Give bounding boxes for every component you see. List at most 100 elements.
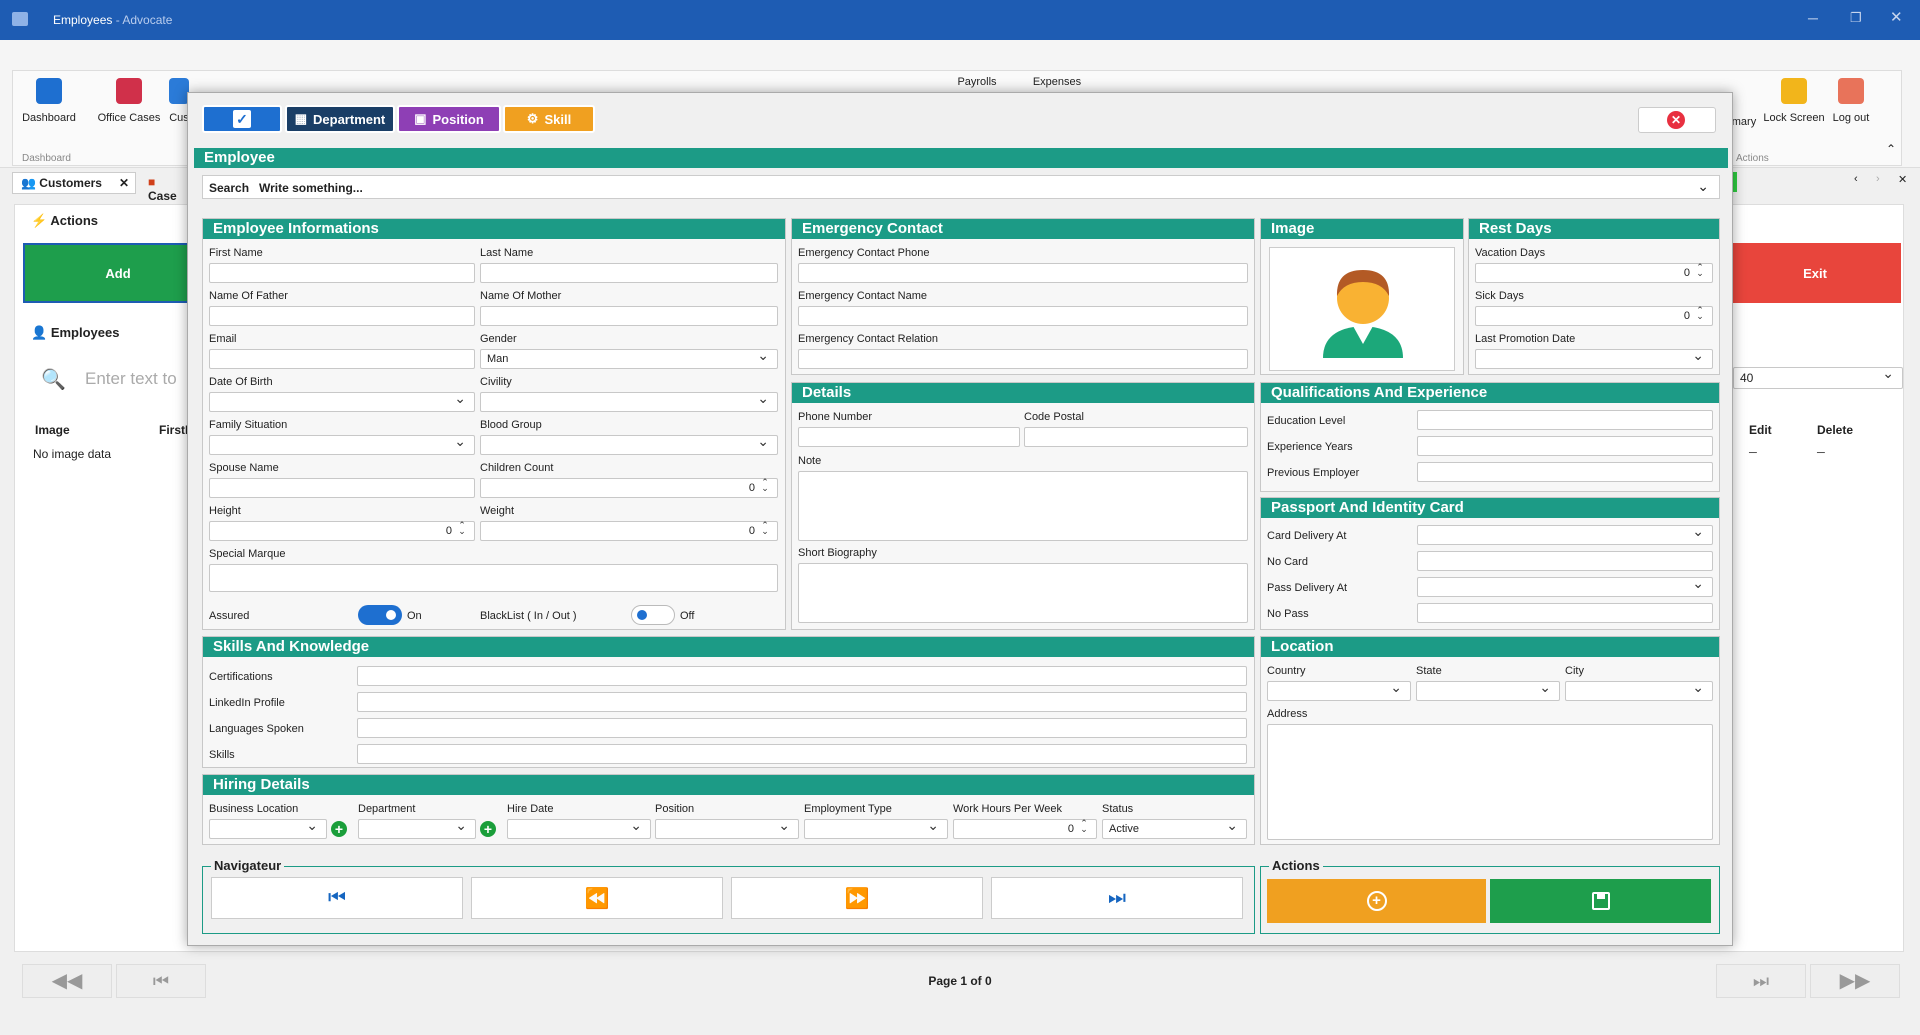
status-select[interactable]: Active <box>1102 817 1247 839</box>
restore-icon[interactable]: ❐ <box>1850 10 1862 26</box>
row-edit[interactable]: ─ <box>1749 447 1757 459</box>
civility-select[interactable] <box>480 390 778 412</box>
phone-input[interactable] <box>798 427 1020 447</box>
image-header: Image <box>1261 219 1463 239</box>
previous-input[interactable] <box>1417 462 1713 482</box>
mother-input[interactable] <box>480 306 778 326</box>
close-tab-icon[interactable]: ✕ <box>119 176 129 190</box>
hire-date-select[interactable] <box>507 817 651 839</box>
certs-input[interactable] <box>357 666 1247 686</box>
email-input[interactable] <box>209 349 475 369</box>
row-delete[interactable]: ─ <box>1817 447 1825 459</box>
lock-screen-button[interactable]: Lock Screen <box>1762 78 1826 124</box>
close-all-tabs-icon[interactable]: ✕ <box>1898 173 1907 186</box>
pager-last-button[interactable]: ▶▶ <box>1810 964 1900 998</box>
state-select[interactable] <box>1416 679 1560 701</box>
weight-stepper[interactable]: 0 <box>480 521 778 541</box>
tab-scroll-left-icon[interactable]: ‹ <box>1854 173 1858 185</box>
first-name-input[interactable] <box>209 263 475 283</box>
postal-input[interactable] <box>1024 427 1248 447</box>
pager-prev-button[interactable]: ⏮ <box>116 964 206 998</box>
city-select[interactable] <box>1565 679 1713 701</box>
type-select[interactable] <box>804 817 948 839</box>
gender-select[interactable]: Man <box>480 347 778 369</box>
nav-next-button[interactable]: ⏩ <box>731 877 983 919</box>
special-input[interactable] <box>209 564 778 592</box>
height-stepper[interactable]: 0 <box>209 521 475 541</box>
pass-delivery-select[interactable] <box>1417 575 1713 597</box>
tab-scroll-right-icon[interactable]: › <box>1876 173 1880 185</box>
dob-select[interactable] <box>209 390 475 412</box>
country-select[interactable] <box>1267 679 1411 701</box>
family-select[interactable] <box>209 433 475 455</box>
emergency-phone-input[interactable] <box>798 263 1248 283</box>
new-button[interactable]: + <box>1267 879 1486 923</box>
close-window-icon[interactable]: ✕ <box>1890 8 1903 26</box>
father-input[interactable] <box>209 306 475 326</box>
pager-next-button[interactable]: ⏭ <box>1716 964 1806 998</box>
page-size-select[interactable]: 40 <box>1733 365 1903 389</box>
blacklist-toggle[interactable] <box>631 605 675 625</box>
office-cases-button[interactable]: Office Cases <box>96 78 162 124</box>
payrolls-button[interactable]: Payrolls <box>942 76 1012 88</box>
search-input[interactable]: Write something... <box>259 181 363 195</box>
years-input[interactable] <box>1417 436 1713 456</box>
collapse-ribbon-icon[interactable]: ⌃ <box>1886 142 1896 156</box>
hours-stepper[interactable]: 0 <box>953 819 1097 839</box>
address-label: Address <box>1267 708 1308 720</box>
card-delivery-select[interactable] <box>1417 523 1713 545</box>
tab-customers[interactable]: 👥 Customers ✕ <box>12 172 136 194</box>
sick-stepper[interactable]: 0 <box>1475 306 1713 326</box>
grid-search-input[interactable]: Enter text to <box>85 369 177 389</box>
last-name-input[interactable] <box>480 263 778 283</box>
avatar[interactable] <box>1269 247 1455 371</box>
add-business-icon[interactable]: + <box>331 821 347 837</box>
col-delete[interactable]: Delete <box>1817 423 1853 437</box>
add-button[interactable]: Add <box>23 243 213 303</box>
linkedin-input[interactable] <box>357 692 1247 712</box>
no-card-input[interactable] <box>1417 551 1713 571</box>
expenses-button[interactable]: Expenses <box>1022 76 1092 88</box>
logout-button[interactable]: Log out <box>1828 78 1874 124</box>
save-button[interactable] <box>1490 879 1711 923</box>
department-button[interactable]: ▦ Department <box>285 105 395 133</box>
nav-prev-button[interactable]: ⏪ <box>471 877 723 919</box>
business-select[interactable] <box>209 817 327 839</box>
department-select[interactable] <box>358 817 476 839</box>
vacation-label: Vacation Days <box>1475 247 1546 259</box>
emergency-name-input[interactable] <box>798 306 1248 326</box>
col-edit[interactable]: Edit <box>1749 423 1772 437</box>
assured-toggle[interactable] <box>358 605 402 625</box>
emergency-phone-label: Emergency Contact Phone <box>798 247 930 259</box>
nav-first-button[interactable]: ⏮ <box>211 877 463 919</box>
address-textarea[interactable] <box>1267 724 1713 840</box>
vacation-stepper[interactable]: 0 <box>1475 263 1713 283</box>
add-department-icon[interactable]: + <box>480 821 496 837</box>
pager-first-button[interactable]: ◀◀ <box>22 964 112 998</box>
minimize-icon[interactable]: ─ <box>1808 10 1818 26</box>
bio-textarea[interactable] <box>798 563 1248 623</box>
nav-last-button[interactable]: ⏭ <box>991 877 1243 919</box>
dashboard-button[interactable]: Dashboard <box>18 78 80 124</box>
card-delivery-label: Card Delivery At <box>1267 530 1347 542</box>
chevron-down-icon[interactable]: ⌄ <box>1697 178 1709 195</box>
note-textarea[interactable] <box>798 471 1248 541</box>
skills-input[interactable] <box>357 744 1247 764</box>
close-dialog-button[interactable]: ✕ <box>1638 107 1716 133</box>
skill-button[interactable]: ⚙ Skill <box>503 105 595 133</box>
promotion-select[interactable] <box>1475 347 1713 369</box>
exit-button[interactable]: Exit <box>1729 243 1901 303</box>
col-image[interactable]: Image <box>35 423 70 437</box>
confirm-button[interactable]: ✓ <box>202 105 282 133</box>
no-pass-input[interactable] <box>1417 603 1713 623</box>
children-stepper[interactable]: 0 <box>480 478 778 498</box>
education-input[interactable] <box>1417 410 1713 430</box>
languages-input[interactable] <box>357 718 1247 738</box>
emergency-relation-input[interactable] <box>798 349 1248 369</box>
position-button[interactable]: ▣ Position <box>397 105 501 133</box>
emergency-name-label: Emergency Contact Name <box>798 290 927 302</box>
tab-cases[interactable]: ■ Case <box>140 172 190 203</box>
blood-select[interactable] <box>480 433 778 455</box>
spouse-input[interactable] <box>209 478 475 498</box>
position-select[interactable] <box>655 817 799 839</box>
